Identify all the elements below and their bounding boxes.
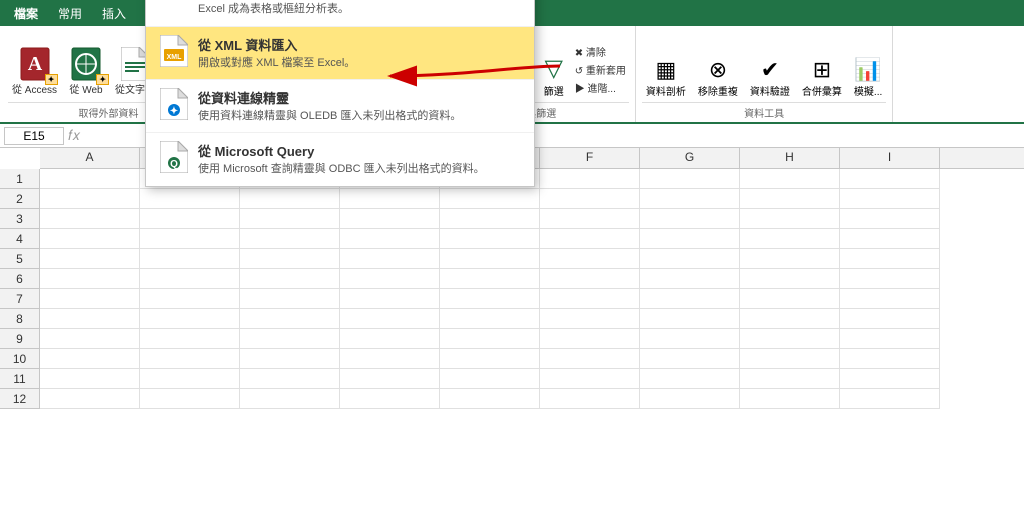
row-header-12[interactable]: 12 bbox=[0, 389, 39, 409]
menu-item-analysis-services[interactable]: SSAS 從 Analysis Services 建立 SQL Server A… bbox=[146, 0, 534, 27]
group-data-tools: ▦ 資料剖析 ⊗ 移除重複 ✔ 資料驗證 ⊞ 合併彙算 📊 模擬... 資料工具 bbox=[636, 26, 893, 122]
btn-consolidate[interactable]: ⊞ 合併彙算 bbox=[798, 55, 846, 100]
row-header-10[interactable]: 10 bbox=[0, 349, 39, 369]
data-conn-wizard-icon: ✦ bbox=[158, 88, 190, 120]
web-btn-label: 從 Web bbox=[69, 85, 102, 97]
data-val-icon: ✔ bbox=[761, 57, 779, 83]
row-header-8[interactable]: 8 bbox=[0, 309, 39, 329]
xml-import-title: 從 XML 資料匯入 bbox=[198, 35, 355, 54]
row-header-7[interactable]: 7 bbox=[0, 289, 39, 309]
name-box[interactable]: E15 bbox=[4, 127, 64, 145]
col-header-a[interactable]: A bbox=[40, 148, 140, 168]
btn-text-to-columns[interactable]: ▦ 資料剖析 bbox=[642, 55, 690, 100]
formula-separator: 𝑓𝑥 bbox=[68, 127, 80, 144]
row-header-9[interactable]: 9 bbox=[0, 329, 39, 349]
row-header-1[interactable]: 1 bbox=[0, 169, 39, 189]
data-conn-wizard-text: 從資料連線精靈 使用資料連線精靈與 OLEDB 匯入未列出格式的資料。 bbox=[198, 88, 461, 124]
row-header-6[interactable]: 6 bbox=[0, 269, 39, 289]
svg-text:✦: ✦ bbox=[170, 106, 178, 117]
btn-reapply[interactable]: ↺ 重新套用 bbox=[572, 61, 629, 78]
xml-import-text: 從 XML 資料匯入 開啟或對應 XML 檔案至 Excel。 bbox=[198, 35, 355, 71]
row-header-2[interactable]: 2 bbox=[0, 189, 39, 209]
microsoft-query-desc: 使用 Microsoft 查詢精靈與 ODBC 匯入未列出格式的資料。 bbox=[198, 162, 485, 177]
btn-data-validation[interactable]: ✔ 資料驗證 bbox=[746, 55, 794, 100]
microsoft-query-text: 從 Microsoft Query 使用 Microsoft 查詢精靈與 ODB… bbox=[198, 141, 485, 177]
tab-home[interactable]: 常用 bbox=[48, 1, 92, 26]
btn-remove-duplicates[interactable]: ⊗ 移除重複 bbox=[694, 55, 742, 100]
consolidate-label: 合併彙算 bbox=[802, 83, 842, 98]
text-cols-icon: ▦ bbox=[656, 57, 677, 83]
btn-from-access[interactable]: A ✦ 從 Access bbox=[8, 42, 61, 100]
col-header-i[interactable]: I bbox=[840, 148, 940, 168]
filter-label: 篩選 bbox=[544, 83, 564, 98]
dropdown-menu[interactable]: SQL 從 SQL Server 建立 SQL Server 表格的連線。將資料… bbox=[145, 0, 535, 187]
btn-from-web[interactable]: ✦ 從 Web bbox=[63, 42, 109, 100]
svg-text:A: A bbox=[27, 53, 42, 75]
text-cols-label: 資料剖析 bbox=[646, 83, 686, 98]
btn-filter[interactable]: ▽ 篩選 bbox=[540, 52, 568, 100]
whatif-label: 模擬... bbox=[854, 83, 882, 98]
svg-text:XML: XML bbox=[167, 54, 183, 61]
data-conn-wizard-desc: 使用資料連線精靈與 OLEDB 匯入未列出格式的資料。 bbox=[198, 109, 461, 124]
svg-text:Q: Q bbox=[170, 159, 178, 170]
col-header-g[interactable]: G bbox=[640, 148, 740, 168]
xml-import-icon: XML bbox=[158, 35, 190, 67]
row-header-11[interactable]: 11 bbox=[0, 369, 39, 389]
remove-dup-label: 移除重複 bbox=[698, 83, 738, 98]
data-conn-wizard-title: 從資料連線精靈 bbox=[198, 88, 461, 107]
tab-insert[interactable]: 插入 bbox=[92, 1, 136, 26]
remove-dup-icon: ⊗ bbox=[709, 57, 727, 83]
menu-item-microsoft-query[interactable]: Q 從 Microsoft Query 使用 Microsoft 查詢精靈與 O… bbox=[146, 133, 534, 185]
row-header-4[interactable]: 4 bbox=[0, 229, 39, 249]
btn-whatif[interactable]: 📊 模擬... bbox=[850, 55, 886, 100]
microsoft-query-icon: Q bbox=[158, 141, 190, 173]
web-icon: ✦ bbox=[67, 45, 105, 83]
col-header-h[interactable]: H bbox=[740, 148, 840, 168]
consolidate-icon: ⊞ bbox=[813, 57, 831, 83]
group-data-tools-label: 資料工具 bbox=[642, 102, 886, 122]
menu-item-xml-import[interactable]: XML 從 XML 資料匯入 開啟或對應 XML 檔案至 Excel。 bbox=[146, 27, 534, 80]
btn-clear[interactable]: ✖ 清除 bbox=[572, 43, 629, 60]
tab-file[interactable]: 檔案 bbox=[4, 1, 48, 26]
access-btn-label: 從 Access bbox=[12, 85, 57, 97]
microsoft-query-title: 從 Microsoft Query bbox=[198, 141, 485, 160]
access-icon: A ✦ bbox=[16, 45, 54, 83]
row-header-3[interactable]: 3 bbox=[0, 209, 39, 229]
whatif-icon: 📊 bbox=[854, 57, 881, 83]
filter-icon: ▽ bbox=[545, 54, 563, 83]
xml-import-desc: 開啟或對應 XML 檔案至 Excel。 bbox=[198, 56, 355, 71]
row-header-5[interactable]: 5 bbox=[0, 249, 39, 269]
analysis-services-text: 從 Analysis Services 建立 SQL Server Analys… bbox=[198, 0, 522, 18]
data-val-label: 資料驗證 bbox=[750, 83, 790, 98]
menu-item-data-connection-wizard[interactable]: ✦ 從資料連線精靈 使用資料連線精靈與 OLEDB 匯入未列出格式的資料。 bbox=[146, 80, 534, 133]
analysis-services-desc: 建立 SQL Server Analysis Services Cube 的連線… bbox=[198, 0, 522, 18]
btn-advanced[interactable]: ▶ 進階... bbox=[572, 79, 629, 96]
col-header-f[interactable]: F bbox=[540, 148, 640, 168]
